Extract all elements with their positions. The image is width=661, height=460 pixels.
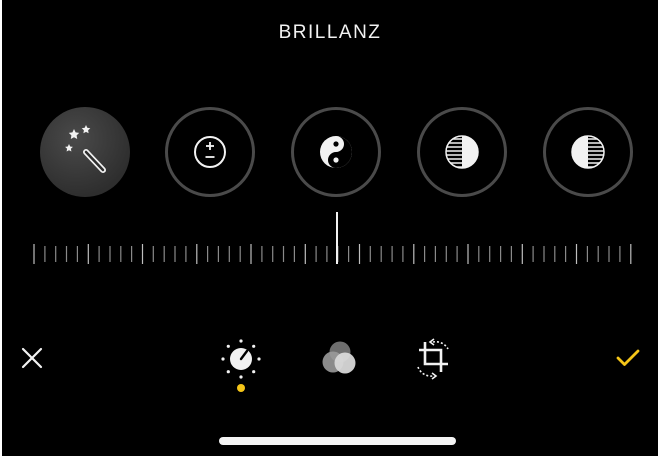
auto-enhance-button[interactable] (40, 107, 130, 197)
filters-circles-icon[interactable] (314, 334, 364, 384)
close-icon[interactable] (20, 346, 44, 370)
home-indicator[interactable] (219, 437, 456, 445)
page-title: BRILLANZ (278, 22, 382, 43)
plus-minus-icon (194, 136, 226, 168)
adjust-mode-button[interactable] (216, 334, 266, 396)
yin-yang-icon (320, 136, 352, 168)
brilliance-button[interactable] (291, 107, 381, 197)
active-mode-dot (237, 384, 245, 392)
crop-rotate-icon[interactable] (408, 334, 458, 384)
adjust-dial-icon (221, 339, 261, 379)
half-striped-circle-right-icon (571, 135, 605, 169)
photo-edit-screen: BRILLANZ (2, 0, 658, 456)
half-striped-circle-icon (445, 135, 479, 169)
exposure-button[interactable] (165, 107, 255, 197)
magic-wand-icon (65, 125, 106, 173)
shadows-button[interactable] (543, 107, 633, 197)
highlights-button[interactable] (417, 107, 507, 197)
adjustment-slider[interactable] (2, 206, 658, 276)
checkmark-icon[interactable] (614, 346, 642, 370)
